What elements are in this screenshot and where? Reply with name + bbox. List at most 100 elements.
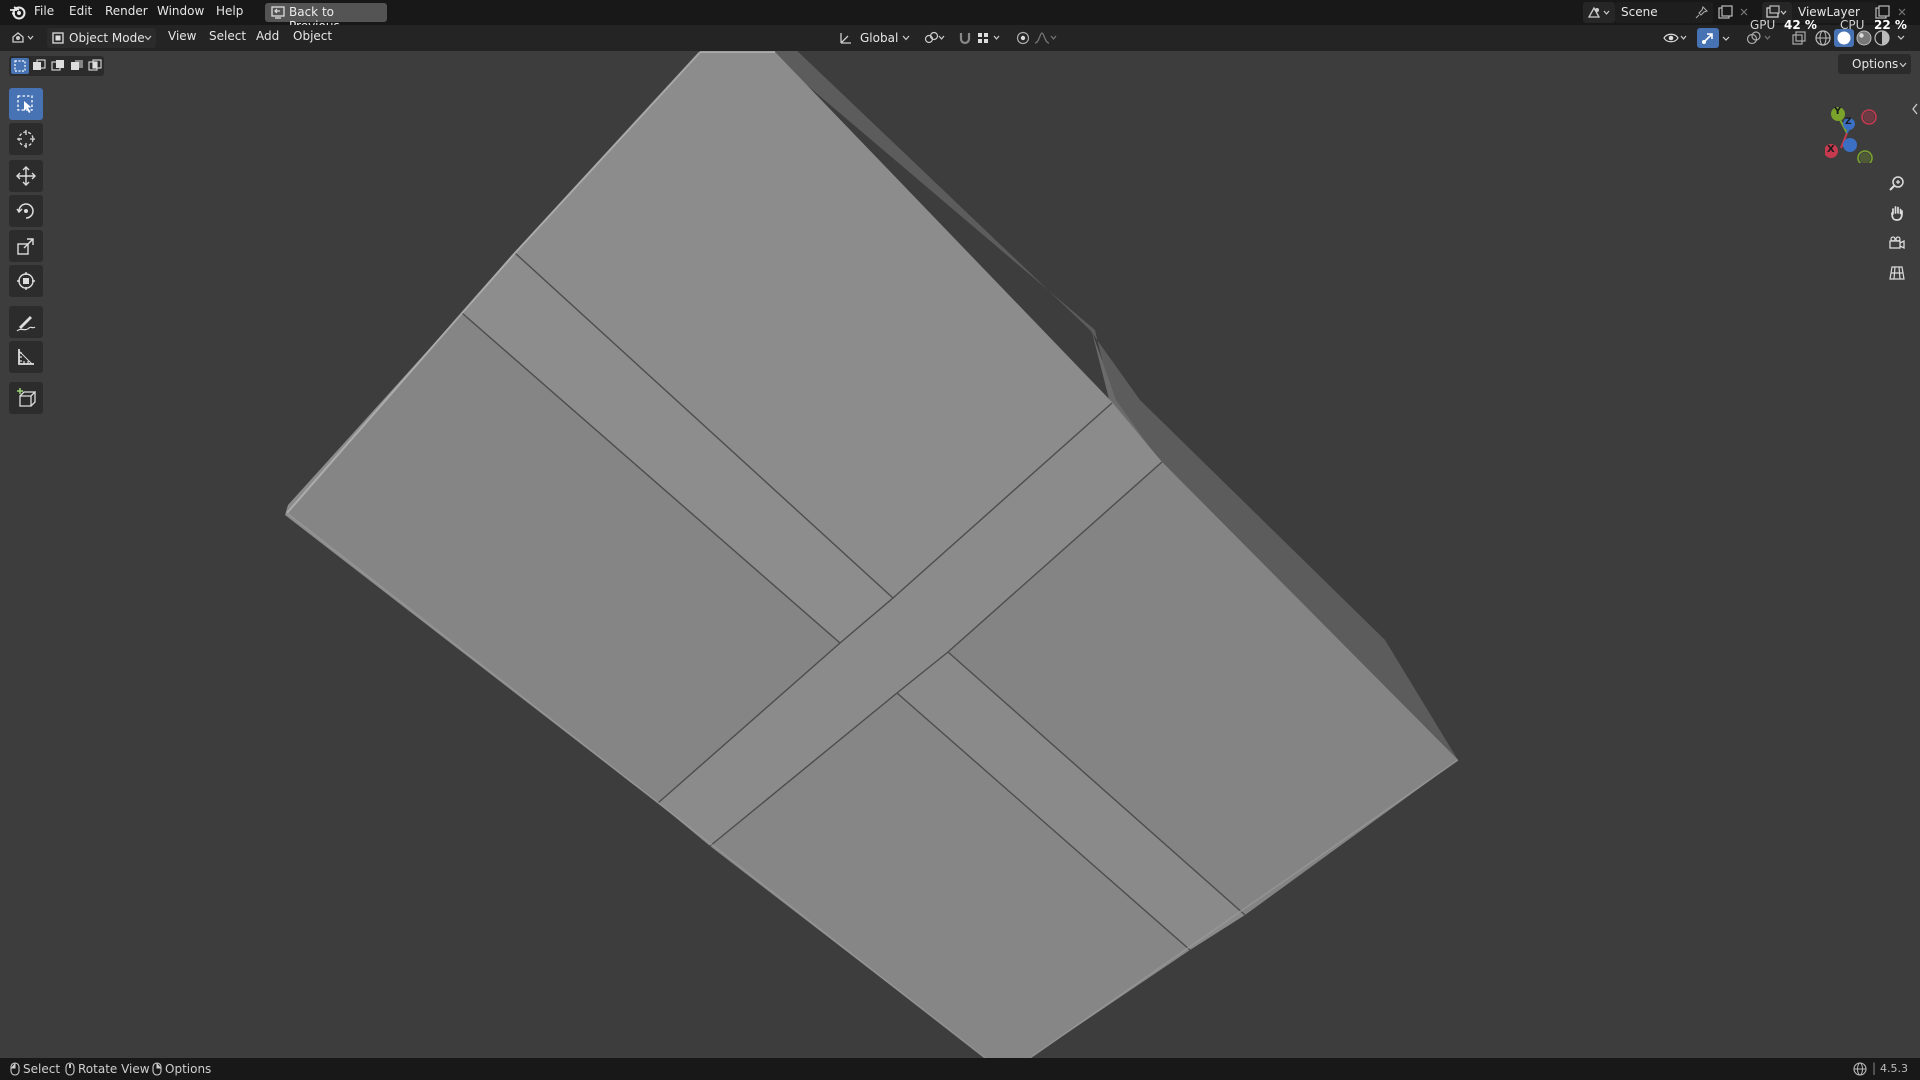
tool-select-box[interactable] [9, 88, 43, 120]
add-cube-icon [17, 388, 36, 407]
magnet-icon[interactable] [958, 31, 972, 45]
select-new-icon[interactable] [11, 58, 29, 74]
object-mode-dropdown[interactable]: Object Mode [47, 28, 156, 48]
pivot-point-dropdown[interactable] [920, 28, 950, 48]
gizmo-z-handle[interactable] [1843, 118, 1855, 130]
tool-add-cube[interactable] [9, 382, 43, 414]
tool-cursor[interactable] [9, 123, 43, 155]
select-subtract-icon[interactable] [49, 58, 67, 74]
menu-edit[interactable]: Edit [69, 4, 92, 18]
gpu-label: GPU [1750, 18, 1776, 32]
close-viewlayer-icon[interactable] [1897, 7, 1907, 17]
hand-pan-icon [1891, 206, 1903, 221]
menu-window[interactable]: Window [157, 4, 204, 18]
status-bar: Select Rotate View Options | 4.5.3 [0, 1058, 1920, 1080]
tool-scale[interactable] [9, 230, 43, 262]
menu-select[interactable]: Select [209, 29, 246, 43]
pin-icon[interactable] [1695, 6, 1708, 19]
gpu-value: 42 % [1784, 18, 1817, 32]
3d-box-mesh[interactable] [0, 51, 1920, 1058]
gizmo-y-handle[interactable] [1831, 107, 1845, 121]
pan-view-button[interactable] [1885, 201, 1909, 225]
status-select: Select [23, 1062, 61, 1076]
3d-viewport-icon [12, 32, 34, 43]
perspective-toggle-button[interactable] [1885, 261, 1909, 285]
mouse-right-icon [152, 1062, 162, 1076]
object-mode-icon [52, 32, 64, 44]
tool-rotate[interactable] [9, 195, 43, 227]
pivot-icon [924, 31, 945, 44]
status-divider: | [1872, 1061, 1877, 1075]
zoom-icon [1889, 176, 1904, 191]
menu-render[interactable]: Render [105, 4, 148, 18]
sidebar-toggle-icon[interactable] [1911, 103, 1919, 115]
options-label: Options [1852, 57, 1899, 71]
camera-view-button[interactable] [1885, 231, 1909, 255]
3d-viewport[interactable]: Options Y Z X [0, 51, 1920, 1058]
back-to-previous-button[interactable]: Back to Previous [265, 3, 387, 33]
status-options: Options [165, 1062, 212, 1076]
new-scene-icon[interactable] [1718, 5, 1733, 20]
cpu-value: 22 % [1874, 18, 1907, 32]
select-intersect-icon[interactable] [87, 58, 103, 74]
zoom-view-button[interactable] [1885, 171, 1909, 195]
visibility-dropdown[interactable] [1660, 28, 1692, 48]
menu-add[interactable]: Add [256, 29, 279, 43]
screen-back-icon [271, 6, 285, 19]
snap-increment-icon[interactable] [976, 31, 1004, 45]
annotate-icon [16, 316, 36, 332]
tool-annotate[interactable] [9, 306, 43, 338]
tool-move[interactable] [9, 160, 43, 192]
move-icon [16, 166, 36, 186]
falloff-curve-icon[interactable] [1034, 31, 1058, 45]
tool-transform[interactable] [9, 265, 43, 297]
chevron-down-icon [902, 35, 910, 41]
viewport-header: Object Mode View Select Add Object Globa… [0, 25, 1920, 51]
rotate-icon [16, 203, 34, 219]
select-extend-icon[interactable] [30, 58, 48, 74]
gizmo-icon [1702, 33, 1713, 44]
cursor-icon [17, 130, 35, 148]
editor-type-button[interactable] [8, 28, 40, 48]
camera-icon [1889, 236, 1905, 250]
menu-view[interactable]: View [168, 29, 196, 43]
select-box-icon [17, 95, 33, 113]
chevron-down-icon [144, 35, 152, 41]
options-dropdown[interactable]: Options [1838, 54, 1911, 74]
object-mode-label: Object Mode [69, 31, 145, 45]
gizmo-x-handle[interactable] [1825, 144, 1838, 158]
transform-orientation-dropdown[interactable]: Global [834, 28, 914, 48]
selection-mode-group [9, 56, 104, 76]
status-rotate-view: Rotate View [78, 1062, 150, 1076]
scene-browse-button[interactable] [1583, 2, 1615, 23]
globe-icon [1853, 1062, 1867, 1076]
gizmo-neg-z-handle[interactable] [1843, 138, 1857, 152]
mouse-middle-icon [65, 1062, 75, 1076]
gizmo-toggle-button[interactable] [1697, 28, 1719, 48]
chevron-down-icon [1899, 62, 1907, 68]
gizmo-dropdown-icon[interactable] [1721, 35, 1731, 43]
viewlayer-name: ViewLayer [1798, 5, 1860, 19]
transform-orientation-label: Global [860, 31, 899, 45]
global-orientation-icon [840, 33, 851, 44]
scene-name-field[interactable]: Scene [1615, 2, 1713, 23]
tool-measure[interactable] [9, 341, 43, 373]
select-invert-icon[interactable] [68, 58, 86, 74]
eye-icon [1663, 33, 1687, 43]
scene-icon [1587, 6, 1610, 18]
grid-icon [1889, 266, 1905, 280]
blender-logo[interactable] [9, 4, 27, 21]
proportional-editing-icon[interactable] [1016, 31, 1030, 45]
menu-help[interactable]: Help [216, 4, 243, 18]
snap-controls[interactable] [955, 28, 1007, 48]
shading-dropdown-icon[interactable] [1896, 34, 1906, 42]
scale-icon [17, 238, 34, 255]
close-scene-icon[interactable] [1739, 7, 1749, 17]
proportional-editing-controls[interactable] [1013, 28, 1059, 48]
menu-file[interactable]: File [34, 4, 54, 18]
navigation-gizmo[interactable] [1825, 93, 1905, 163]
cpu-label: CPU [1840, 18, 1865, 32]
mouse-left-icon [10, 1062, 20, 1076]
performance-stats: GPU 42 % CPU 22 % [1750, 18, 1910, 34]
menu-object[interactable]: Object [293, 29, 332, 43]
